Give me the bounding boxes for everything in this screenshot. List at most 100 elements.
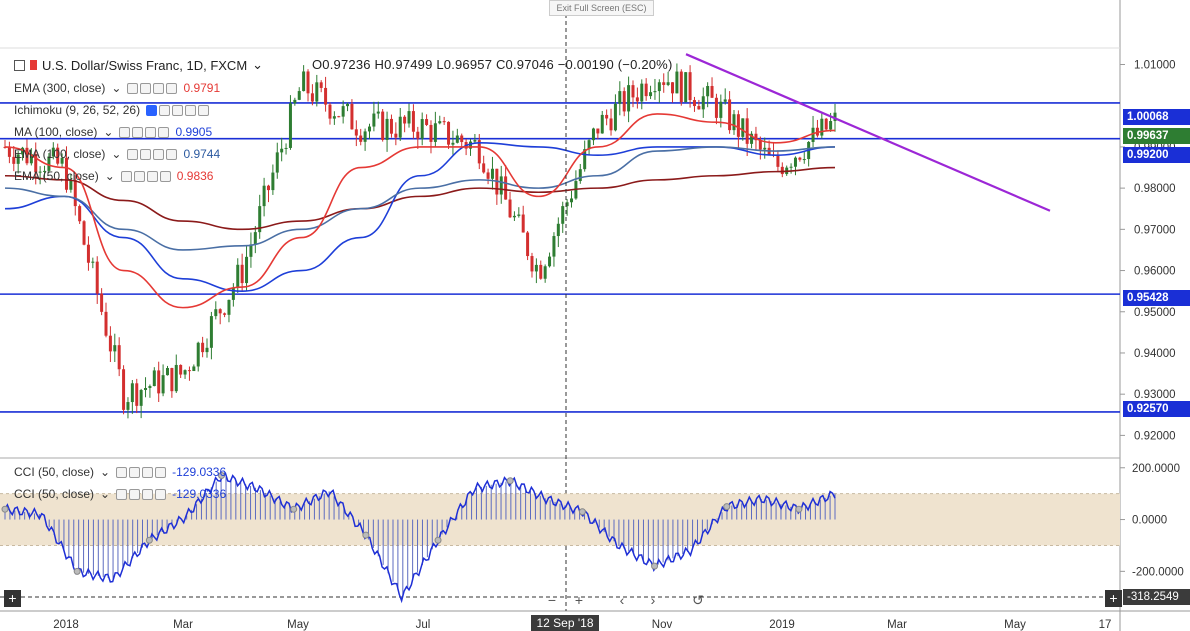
candle-body [249, 244, 253, 257]
close-icon [166, 148, 178, 160]
candle-body [714, 97, 718, 118]
candle-body [609, 118, 613, 131]
candle-body [508, 199, 512, 218]
exit-fullscreen-hint[interactable]: Exit Full Screen (ESC) [549, 0, 654, 16]
candle-body [706, 86, 710, 97]
candle-body [627, 85, 631, 112]
indicator-controls[interactable] [127, 148, 178, 160]
candle-body [561, 206, 565, 224]
indicator-legend-ma100[interactable]: MA (100, close) ⌄ 0.9905 [14, 125, 212, 139]
symbol-header: U.S. Dollar/Swiss Franc, 1D, FXCM ⌄ [14, 57, 263, 73]
candle-body [591, 128, 595, 141]
candle-body [223, 313, 227, 315]
zoom-in-button[interactable]: + [567, 590, 591, 610]
candle-body [113, 345, 117, 352]
close-icon [155, 466, 167, 478]
candle-body [433, 123, 437, 142]
indicator-controls[interactable] [127, 82, 178, 94]
candle-body [543, 266, 547, 279]
candle-body [802, 159, 806, 161]
candle-body [556, 223, 560, 237]
plus-icon [142, 466, 154, 478]
candle-body [341, 106, 345, 117]
candle-body [530, 256, 534, 272]
chevron-down-icon[interactable]: ⌄ [103, 125, 113, 139]
candle-body [354, 129, 358, 136]
indicator-controls[interactable] [119, 126, 170, 138]
crosshair-plus-icon-left[interactable]: + [4, 590, 21, 607]
indicator-controls[interactable] [116, 488, 167, 500]
candle-body [692, 100, 696, 107]
price-tag-1: 1.00068 [1123, 109, 1190, 125]
x-tick-label: Mar [173, 619, 193, 631]
candle-body [179, 364, 183, 375]
eye-icon [127, 148, 139, 160]
candle-body [284, 147, 288, 149]
cci-y-tick-label: -200.0000 [1132, 566, 1184, 578]
indicator-controls[interactable] [120, 170, 171, 182]
chevron-down-icon[interactable]: ⌄ [252, 57, 263, 73]
cci-marker [362, 531, 370, 539]
candle-body [741, 118, 745, 137]
change-value: −0.00190 (−0.20%) [557, 57, 673, 72]
candle-body [240, 264, 244, 284]
zoom-out-button[interactable]: − [540, 590, 564, 610]
candle-body [596, 128, 600, 134]
cci-legend-1[interactable]: CCI (50, close) ⌄ -129.0336 [14, 465, 226, 479]
candle-body [174, 364, 178, 392]
candle-body [144, 387, 148, 391]
y-tick-label: 0.93000 [1134, 389, 1176, 401]
candle-body [381, 111, 385, 140]
candle-body [332, 116, 336, 119]
candle-body [170, 368, 174, 392]
eye-icon [146, 104, 158, 116]
candle-body [135, 383, 139, 406]
candle-body [420, 119, 424, 139]
chevron-down-icon[interactable]: ⌄ [100, 465, 110, 479]
cci-marker [434, 536, 442, 544]
collapse-icon[interactable] [14, 59, 25, 71]
cci-marker [506, 477, 514, 485]
indicator-controls[interactable] [146, 104, 210, 116]
candle-body [548, 256, 552, 267]
chevron-down-icon[interactable]: ⌄ [100, 487, 110, 501]
chevron-down-icon[interactable]: ⌄ [105, 169, 115, 183]
braces-icon [172, 104, 184, 116]
chevron-down-icon[interactable]: ⌄ [111, 147, 121, 161]
candle-body [486, 172, 490, 179]
candle-body [499, 176, 503, 195]
reset-chart-button[interactable]: ↺ [686, 590, 710, 610]
candle-body [262, 185, 266, 207]
candle-body [657, 82, 661, 92]
indicator-legend-ichimoku[interactable]: Ichimoku (9, 26, 52, 26) [14, 103, 210, 117]
cci-legend-2[interactable]: CCI (50, close) ⌄ -129.0336 [14, 487, 226, 501]
plus-icon [146, 170, 158, 182]
candle-body [187, 370, 191, 372]
candle-body [649, 92, 653, 97]
indicator-controls[interactable] [116, 466, 167, 478]
crosshair-plus-icon-right[interactable]: + [1105, 590, 1122, 607]
scroll-right-button[interactable]: › [641, 590, 665, 610]
candle-body [631, 85, 635, 98]
eye-icon [116, 466, 128, 478]
symbol-title[interactable]: U.S. Dollar/Swiss Franc, 1D, FXCM [42, 58, 247, 73]
indicator-legend-ema50[interactable]: EMA (50, close) ⌄ 0.9836 [14, 169, 213, 183]
gear-icon [132, 126, 144, 138]
indicator-label: EMA (50, close) [14, 169, 99, 183]
indicator-legend-ema300[interactable]: EMA (300, close) ⌄ 0.9791 [14, 81, 220, 95]
cci-marker [578, 508, 586, 516]
chevron-down-icon[interactable]: ⌄ [111, 81, 121, 95]
candle-body [684, 72, 688, 103]
candle-body [776, 155, 780, 167]
candle-body [108, 335, 112, 352]
candle-body [517, 214, 521, 216]
indicator-legend-ema100[interactable]: EMA (100, close) ⌄ 0.9744 [14, 147, 220, 161]
candle-body [789, 166, 793, 168]
candle-body [245, 256, 249, 284]
candle-body [482, 163, 486, 173]
candle-body [403, 116, 407, 124]
cci-marker [290, 505, 298, 513]
candle-body [306, 71, 310, 94]
scroll-left-button[interactable]: ‹ [610, 590, 634, 610]
candle-body [411, 111, 415, 132]
